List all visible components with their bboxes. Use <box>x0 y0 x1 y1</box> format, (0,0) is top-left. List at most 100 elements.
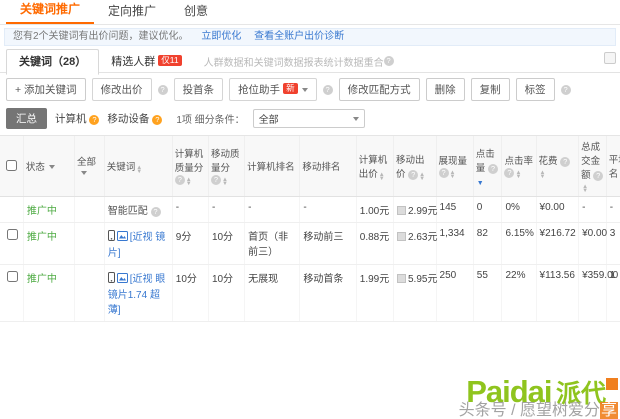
sort-icon[interactable]: ▲▼ <box>477 178 484 186</box>
cost-cell: ¥113.56 <box>536 265 579 322</box>
computer-label: 计算机 <box>55 113 87 125</box>
col-header-10: 展现量 ?▲▼ <box>436 136 473 197</box>
chevron-down-icon[interactable] <box>81 171 87 175</box>
sub-tab-bar: 关键词（28） 精选人群仅11 人群数据和关键词数据报表统计数据重合 ? <box>0 46 620 73</box>
col-header-label: 花费 <box>539 156 558 167</box>
row-checkbox[interactable] <box>7 229 18 240</box>
top-position-button[interactable]: 投首条 <box>174 78 224 101</box>
avg-rank-cell: 3 <box>606 223 620 265</box>
pc-rank-cell: 无展现 <box>245 265 300 322</box>
select-all-checkbox[interactable] <box>6 160 17 171</box>
optimize-now-link[interactable]: 立即优化 <box>201 31 241 42</box>
col-header-1: 状态 <box>23 136 74 197</box>
impressions-cell: 145 <box>436 197 473 223</box>
revenue-cell: - <box>579 197 607 223</box>
col-header-3: 关键词▲▼ <box>104 136 172 197</box>
col-header-label: 移动排名 <box>302 162 340 173</box>
summary-toggle[interactable]: 汇总 <box>6 108 47 129</box>
sort-icon[interactable]: ▲▼ <box>419 173 425 181</box>
col-header-4: 计算机质量分 ?▲▼ <box>172 136 208 197</box>
table-row: 推广中[近视 镜片]9分10分首页（非前三）移动前三0.88元2.63元1,33… <box>0 223 620 265</box>
status-cell: 推广中 <box>23 265 74 322</box>
tab-keyword-promotion[interactable]: 关键词推广 <box>6 0 94 24</box>
platform-cell <box>74 223 104 265</box>
sort-icon[interactable]: ▲▼ <box>450 171 456 179</box>
col-header-label: 状态 <box>26 162 45 173</box>
condition-select[interactable]: 全部 <box>253 109 365 128</box>
header-info-icon[interactable]: ? <box>560 157 570 167</box>
panel-toggle-icon[interactable] <box>604 52 616 64</box>
header-info-icon[interactable]: ? <box>175 175 185 185</box>
ctr-cell: 0% <box>502 197 536 223</box>
tag-info-icon[interactable]: ? <box>561 85 571 95</box>
watermark-brand-cn: 派代 <box>556 380 606 408</box>
status-cell: 推广中 <box>23 197 74 223</box>
status-cell: 推广中 <box>23 223 74 265</box>
pc-bid-cell: 1.99元 <box>356 265 393 322</box>
subtab-audience-label: 精选人群 <box>111 56 155 68</box>
sort-icon[interactable]: ▲▼ <box>540 171 546 179</box>
sort-icon[interactable]: ▲▼ <box>222 178 228 186</box>
subtab-audience[interactable]: 精选人群仅11 <box>99 50 193 74</box>
image-icon[interactable] <box>117 231 128 244</box>
mobile-info-icon[interactable]: ? <box>152 115 162 125</box>
col-header-label: 全部 <box>77 157 96 168</box>
header-info-icon[interactable]: ? <box>488 164 498 174</box>
modify-bid-button[interactable]: 修改出价 <box>92 78 152 101</box>
col-header-label: 点击率 <box>504 156 533 167</box>
mobile-rank-cell: 移动前三 <box>300 223 356 265</box>
col-header-9: 移动出价 ?▲▼ <box>394 136 437 197</box>
tag-button[interactable]: 标签 <box>516 78 555 101</box>
keyword-cell: [近视 眼镜片1.74 超薄] <box>104 265 172 322</box>
sort-icon[interactable]: ▲▼ <box>186 178 192 186</box>
hint-info-icon[interactable]: ? <box>384 56 394 66</box>
pc-bid-cell: 1.00元 <box>356 197 393 223</box>
row-checkbox-cell <box>0 265 23 322</box>
add-keyword-button[interactable]: + 添加关键词 <box>6 78 86 101</box>
header-info-icon[interactable]: ? <box>504 168 514 178</box>
rank-helper-info-icon[interactable]: ? <box>323 85 333 95</box>
header-info-icon[interactable]: ? <box>211 175 221 185</box>
col-header-6: 计算机排名 <box>245 136 300 197</box>
sort-icon[interactable]: ▲▼ <box>136 166 142 174</box>
delete-button[interactable]: 删除 <box>426 78 465 101</box>
phone-icon <box>108 230 115 244</box>
sort-icon[interactable]: ▲▼ <box>515 171 521 179</box>
rank-helper-button[interactable]: 抢位助手新 <box>229 78 317 101</box>
bid-warning-banner: 您有2个关键词有出价问题，建议优化。 立即优化 查看全账户出价诊断 <box>4 28 616 46</box>
header-info-icon[interactable]: ? <box>439 168 449 178</box>
cost-cell: ¥0.00 <box>536 197 579 223</box>
condition-label: 1项 细分条件： <box>176 111 244 126</box>
smart-match-info-icon[interactable]: ? <box>151 207 161 217</box>
header-info-icon[interactable]: ? <box>593 171 603 181</box>
modify-bid-info-icon[interactable]: ? <box>158 85 168 95</box>
col-header-12: 点击率 ?▲▼ <box>502 136 536 197</box>
mobile-bid-icon <box>397 274 406 283</box>
mobile-quality-score-cell: - <box>208 197 244 223</box>
modify-match-button[interactable]: 修改匹配方式 <box>339 78 420 101</box>
keyword-table: 状态全部关键词▲▼计算机质量分 ?▲▼移动质量分 ?▲▼计算机排名移动排名计算机… <box>0 135 620 322</box>
chevron-down-icon <box>353 117 359 121</box>
sort-icon[interactable]: ▲▼ <box>379 173 385 181</box>
sort-icon[interactable]: ▲▼ <box>582 185 588 193</box>
mobile-bid-cell: 2.63元 <box>394 223 437 265</box>
computer-info-icon[interactable]: ? <box>89 115 99 125</box>
computer-toggle[interactable]: 计算机 ? <box>55 111 99 126</box>
chevron-down-icon <box>302 88 308 92</box>
col-header-label: 关键词 <box>107 162 136 173</box>
tab-creative[interactable]: 创意 <box>170 0 222 24</box>
audience-count-badge: 仅11 <box>158 55 181 66</box>
clicks-cell: 0 <box>473 197 502 223</box>
row-checkbox[interactable] <box>7 271 18 282</box>
keyword-cell: [近视 镜片] <box>104 223 172 265</box>
chevron-down-icon[interactable] <box>49 165 55 169</box>
copy-button[interactable]: 复制 <box>471 78 510 101</box>
mobile-toggle[interactable]: 移动设备 ? <box>107 111 162 126</box>
account-bid-diagnose-link[interactable]: 查看全账户出价诊断 <box>254 31 344 42</box>
subtab-keywords[interactable]: 关键词（28） <box>6 49 99 75</box>
image-icon[interactable] <box>117 273 128 286</box>
rank-helper-label: 抢位助手 <box>238 84 280 96</box>
col-header-label: 计算机质量分 <box>175 149 204 174</box>
header-info-icon[interactable]: ? <box>408 170 418 180</box>
tab-targeted-promotion[interactable]: 定向推广 <box>94 0 170 24</box>
